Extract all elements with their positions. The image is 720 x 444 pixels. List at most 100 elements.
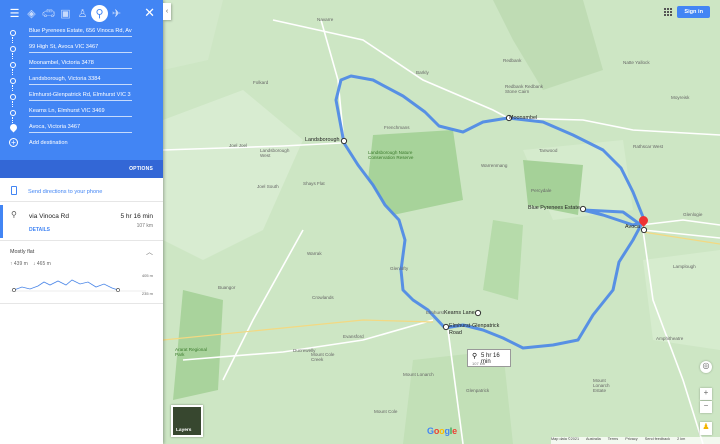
- waypoint-3[interactable]: Moonambel, Victoria 3478: [0, 57, 163, 73]
- waypoint-input[interactable]: 99 High St, Avoca VIC 3467: [29, 44, 132, 53]
- waypoint-input[interactable]: Landsborough, Victoria 3384: [29, 76, 132, 85]
- map-label-landsborough: Landsborough: [305, 137, 340, 143]
- place-label: Joel Joel: [229, 143, 248, 148]
- travel-modes: ☰ ◈ 🚗︎ ▣ ♙ ⚲ ✈: [0, 0, 163, 26]
- route-via: via Vinoca Rd: [29, 213, 69, 220]
- waypoint-input[interactable]: Avoca, Victoria 3467: [29, 124, 132, 133]
- pegman-icon[interactable]: ♟: [700, 422, 712, 435]
- place-label: Shays Flat: [303, 181, 325, 186]
- place-label: Tanwood: [539, 148, 558, 153]
- map-label-avoca: Avoca: [625, 224, 640, 230]
- map-label-elmhurst-road: Elmhurst-Glenpatrick Road: [449, 323, 500, 336]
- place-label: Glenpatrick: [466, 388, 490, 393]
- place-label: Folkard: [253, 80, 269, 85]
- place-label: Evansford: [343, 334, 364, 339]
- route-duration-callout[interactable]: ⚲ 5 hr 16 min 107 km: [467, 349, 511, 367]
- place-label: Elmhurst: [426, 310, 445, 315]
- walk-icon[interactable]: ♙: [74, 4, 91, 22]
- place-label: Ararat Regional Park: [175, 347, 207, 357]
- waypoint-input[interactable]: Elmhurst-Glenpatrick Rd, Elmhurst VIC 3: [29, 92, 132, 101]
- flight-icon[interactable]: ✈: [108, 4, 125, 22]
- bicycle-icon: ⚲: [472, 353, 478, 360]
- plus-icon: +: [9, 138, 18, 147]
- map-label-moonambel: Moonambel: [509, 115, 538, 121]
- place-label: Mount Cole: [374, 409, 398, 414]
- elevation-loss: ↓ 465 m: [33, 261, 51, 267]
- elevation-min: 235 m: [141, 291, 153, 296]
- place-label: Joel South: [257, 184, 279, 189]
- place-label: Redbank Redbank Stone Cairn: [505, 84, 544, 94]
- zoom-in-button[interactable]: +: [700, 388, 712, 400]
- elevation-chart: [10, 279, 146, 292]
- privacy-link[interactable]: Privacy: [625, 437, 637, 441]
- scale-bar[interactable]: 2 km: [677, 437, 685, 441]
- waypoint-dot-icon: [10, 30, 16, 36]
- waypoint-5[interactable]: Elmhurst-Glenpatrick Rd, Elmhurst VIC 3: [0, 89, 163, 105]
- transit-icon[interactable]: ▣: [57, 4, 74, 22]
- menu-icon[interactable]: ☰: [6, 4, 23, 22]
- send-directions-label: Send directions to your phone: [28, 189, 103, 195]
- add-destination-label: Add destination: [29, 140, 68, 146]
- apps-grid-icon[interactable]: [664, 8, 672, 16]
- country-link[interactable]: Australia: [586, 437, 601, 441]
- place-label: Glenlogie: [683, 212, 703, 217]
- send-to-phone-button[interactable]: Send directions to your phone: [0, 182, 163, 202]
- waypoint-2[interactable]: 99 High St, Avoca VIC 3467: [0, 41, 163, 57]
- waypoint-dot-icon: [10, 110, 16, 116]
- place-label: Moyreisk: [671, 95, 690, 100]
- route-option[interactable]: ⚲ via Vinoca Rd 5 hr 16 min 107 km DETAI…: [0, 205, 163, 238]
- place-label: Rathscar West: [633, 144, 664, 149]
- place-label: Landsborough Nature Conservation Reserve: [368, 150, 414, 160]
- waypoint-dot-icon: [10, 62, 16, 68]
- sign-in-button[interactable]: Sign in: [677, 6, 710, 18]
- callout-time: 5 hr 16 min: [481, 353, 500, 365]
- place-label: Landsborough West: [260, 148, 290, 158]
- waypoint-dot-icon: [10, 46, 16, 52]
- bicycle-icon[interactable]: ⚲: [91, 4, 108, 22]
- place-label: Glenlofty: [390, 266, 409, 271]
- map-canvas[interactable]: Moonambel Landsborough Blue Pyrenees Est…: [163, 0, 720, 444]
- place-label: Redbank: [503, 58, 522, 63]
- place-label: Mount Lonarch Estate: [593, 378, 610, 393]
- map-label-kearns: Kearns Lane: [444, 310, 475, 316]
- route-time: 5 hr 16 min: [120, 213, 153, 220]
- map-label-blue-pyrenees: Blue Pyrenees Estate: [528, 205, 580, 211]
- elevation-max: 405 m: [141, 273, 153, 278]
- close-icon[interactable]: ✕: [144, 5, 155, 21]
- waypoint-dot-icon: [10, 94, 16, 100]
- terms-link[interactable]: Terms: [608, 437, 618, 441]
- place-label: Frenchmans: [384, 125, 410, 130]
- bicycle-icon: ⚲: [11, 210, 17, 219]
- add-destination-button[interactable]: + Add destination: [0, 137, 163, 151]
- details-button[interactable]: DETAILS: [29, 227, 50, 233]
- directions-panel: ☰ ◈ 🚗︎ ▣ ♙ ⚲ ✈ ✕ Blue Pyrenees Estate, 6…: [0, 0, 163, 444]
- place-label: Ducrewelly: [293, 348, 316, 353]
- waypoint-dot-icon: [10, 78, 16, 84]
- waypoint-input[interactable]: Moonambel, Victoria 3478: [29, 60, 132, 69]
- place-label: Natte Yallock: [623, 60, 650, 65]
- map-terrain: [163, 0, 720, 444]
- waypoint-1[interactable]: Blue Pyrenees Estate, 656 Vinoca Rd, Av: [0, 25, 163, 41]
- waypoint-input[interactable]: Blue Pyrenees Estate, 656 Vinoca Rd, Av: [29, 28, 132, 37]
- directions-header: ☰ ◈ 🚗︎ ▣ ♙ ⚲ ✈ ✕ Blue Pyrenees Estate, 6…: [0, 0, 163, 178]
- send-feedback-link[interactable]: Send feedback: [645, 437, 670, 441]
- zoom-out-button[interactable]: −: [700, 401, 712, 413]
- elevation-summary: Mostly flat: [10, 249, 35, 255]
- elevation-section: Mostly flat ︿ ↑ 439 m ↓ 465 m 405 m 235 …: [0, 240, 163, 304]
- waypoint-7[interactable]: Avoca, Victoria 3467: [0, 121, 163, 137]
- waypoint-input[interactable]: Kearns Ln, Elmhurst VIC 3469: [29, 108, 132, 117]
- options-button[interactable]: OPTIONS: [129, 166, 153, 172]
- waypoint-6[interactable]: Kearns Ln, Elmhurst VIC 3469: [0, 105, 163, 121]
- layers-button[interactable]: Layers: [171, 405, 203, 437]
- elevation-gain: ↑ 439 m: [10, 261, 28, 267]
- waypoint-4[interactable]: Landsborough, Victoria 3384: [0, 73, 163, 89]
- chevron-up-icon[interactable]: ︿: [146, 247, 153, 257]
- directions-icon[interactable]: ◈: [23, 4, 40, 22]
- my-location-icon[interactable]: ◎: [700, 361, 712, 373]
- collapse-panel-button[interactable]: ‹: [163, 3, 171, 20]
- place-label: Amphitheatre: [656, 336, 684, 341]
- destination-pin-icon: [8, 122, 19, 133]
- place-label: Percydale: [531, 188, 552, 193]
- car-icon[interactable]: 🚗︎: [40, 4, 57, 22]
- callout-distance: 107 km: [472, 361, 486, 366]
